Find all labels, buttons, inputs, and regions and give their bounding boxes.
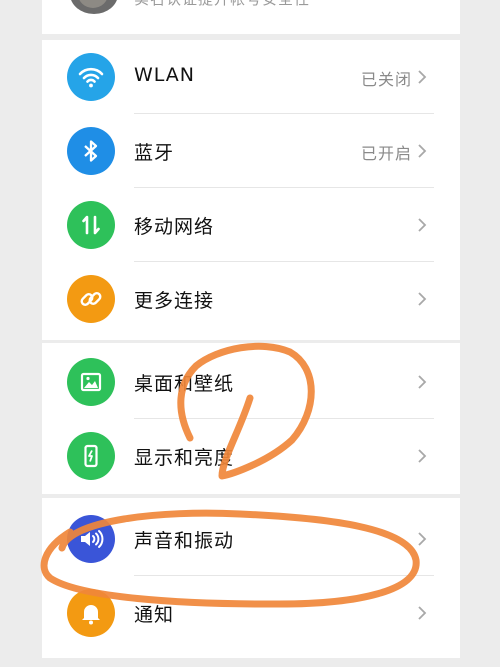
bell-icon [67, 589, 115, 637]
settings-item-label: 移动网络 [134, 216, 215, 238]
bluetooth-icon [67, 127, 115, 175]
link-icon [67, 275, 115, 323]
settings-item-label: 桌面和壁纸 [134, 373, 235, 395]
settings-item-label: 更多连接 [134, 290, 215, 312]
settings-item-label: WLAN [134, 64, 196, 86]
settings-item-status: 已开启 [360, 144, 412, 163]
display-card: 桌面和壁纸 显示和亮度 [42, 343, 460, 494]
settings-item-wallpaper[interactable]: 桌面和壁纸 [42, 345, 460, 419]
account-card[interactable]: 实名认证提升帐号安全性 [42, 0, 460, 34]
mobile-data-icon [67, 201, 115, 249]
chevron-right-icon [418, 218, 427, 232]
settings-item-notifications[interactable]: 通知 [42, 576, 460, 650]
chevron-right-icon [418, 449, 427, 463]
settings-page: 实名认证提升帐号安全性 WLAN 已关闭 蓝牙 已开启 移动网 [0, 0, 500, 667]
chevron-right-icon [418, 375, 427, 389]
settings-item-more-connections[interactable]: 更多连接 [42, 262, 460, 336]
chevron-right-icon [418, 292, 427, 306]
settings-item-status: 已关闭 [360, 70, 412, 89]
chevron-right-icon [418, 606, 427, 620]
account-row[interactable]: 实名认证提升帐号安全性 [42, 0, 460, 34]
wallpaper-icon [67, 358, 115, 406]
sound-card: 声音和振动 通知 [42, 498, 460, 658]
settings-item-label: 显示和亮度 [134, 447, 235, 469]
settings-item-bluetooth[interactable]: 蓝牙 已开启 [42, 114, 460, 188]
wifi-icon [67, 53, 115, 101]
speaker-icon [67, 515, 115, 563]
settings-item-mobile-network[interactable]: 移动网络 [42, 188, 460, 262]
settings-item-label: 通知 [134, 604, 175, 626]
settings-item-label: 声音和振动 [134, 530, 235, 552]
chevron-right-icon [418, 70, 427, 84]
connectivity-card: WLAN 已关闭 蓝牙 已开启 移动网络 更多连接 [42, 40, 460, 340]
settings-item-wlan[interactable]: WLAN 已关闭 [42, 40, 460, 114]
settings-item-label: 蓝牙 [134, 142, 175, 164]
settings-item-sound-vibration[interactable]: 声音和振动 [42, 502, 460, 576]
avatar [70, 0, 118, 14]
display-icon [67, 432, 115, 480]
chevron-right-icon [418, 144, 427, 158]
account-subtitle: 实名认证提升帐号安全性 [134, 0, 310, 9]
chevron-right-icon [418, 532, 427, 546]
settings-item-display-brightness[interactable]: 显示和亮度 [42, 419, 460, 493]
